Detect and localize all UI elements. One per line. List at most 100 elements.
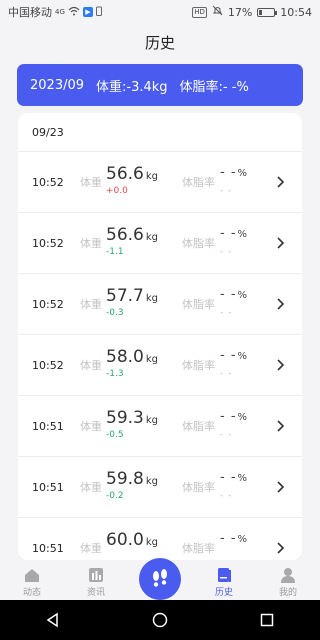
app-notification-icon: ▶ <box>82 7 93 17</box>
bodyfat-value: - - <box>220 470 237 485</box>
bodyfat-block: - -% <box>220 528 268 560</box>
weight-unit: kg <box>145 476 158 487</box>
wifi-icon <box>68 6 80 19</box>
bodyfat-label: 体脂率 <box>182 542 215 555</box>
bodyfat-delta: - - <box>220 247 233 257</box>
footprint-icon <box>153 569 167 587</box>
weight-value-wrap: 56.6 kg <box>106 164 158 184</box>
weight-value-wrap: 57.7 kg <box>106 286 158 306</box>
weight-value-wrap: 60.0 kg <box>106 530 158 550</box>
chevron-right-icon <box>272 174 288 190</box>
monthly-summary-banner[interactable]: 2023/09 体重:-3.4kg 体脂率:- -% <box>17 64 303 106</box>
nav-label-history: 历史 <box>214 588 233 598</box>
history-row[interactable]: 10:52 体重 56.6 kg +0.0 体脂率 - -% - - <box>18 151 302 212</box>
bodyfat-delta: - - <box>220 491 233 501</box>
home-circle-icon[interactable] <box>152 612 168 628</box>
bodyfat-unit: % <box>237 168 249 179</box>
weight-label: 体重 <box>80 176 102 189</box>
bodyfat-label: 体脂率 <box>182 420 215 433</box>
bodyfat-block: - -% - - <box>220 162 268 202</box>
bodyfat-value-wrap: - -% <box>220 348 248 363</box>
bodyfat-value-wrap: - -% <box>220 226 248 241</box>
bodyfat-delta: - - <box>220 186 233 196</box>
weight-block: 59.3 kg -0.5 <box>106 406 182 446</box>
chevron-right-icon <box>272 540 288 556</box>
battery-percent: 17% <box>227 5 253 19</box>
chevron-right-icon <box>272 479 288 495</box>
nav-item-history[interactable]: 历史 <box>192 567 256 600</box>
weight-label: 体重 <box>80 359 102 372</box>
page-title: 历史 <box>144 33 175 52</box>
back-icon[interactable] <box>45 612 61 628</box>
weight-unit: kg <box>145 537 158 548</box>
hd-badge: HD <box>192 6 207 18</box>
bodyfat-label: 体脂率 <box>182 176 215 189</box>
bodyfat-unit: % <box>237 534 249 545</box>
weight-unit: kg <box>145 232 158 243</box>
weight-label: 体重 <box>80 298 102 311</box>
weight-delta: -0.5 <box>106 430 124 440</box>
chevron-right-icon <box>272 296 288 312</box>
history-icon <box>218 568 231 582</box>
nav-item-profile[interactable]: 我的 <box>256 567 320 600</box>
weight-value: 58.0 <box>106 347 144 367</box>
profile-icon <box>281 568 295 583</box>
weight-value: 60.0 <box>106 530 144 550</box>
weight-block: 56.6 kg +0.0 <box>106 162 182 202</box>
bodyfat-value: - - <box>220 348 237 363</box>
history-row[interactable]: 10:51 体重 60.0 kg 体脂率 - -% <box>18 517 302 560</box>
date-label: 09/23 <box>32 125 64 139</box>
weight-block: 57.7 kg -0.3 <box>106 284 182 324</box>
bodyfat-value-wrap: - -% <box>220 409 248 424</box>
weight-block: 58.0 kg -1.3 <box>106 345 182 385</box>
bodyfat-delta: - - <box>220 369 233 379</box>
bodyfat-value: - - <box>220 409 237 424</box>
bodyfat-label: 体脂率 <box>182 298 215 311</box>
weight-value: 57.7 <box>106 286 144 306</box>
nav-item-news[interactable]: 资讯 <box>64 567 128 600</box>
bodyfat-value: - - <box>220 165 237 180</box>
history-row[interactable]: 10:52 体重 57.7 kg -0.3 体脂率 - -% - - <box>18 273 302 334</box>
bodyfat-value: - - <box>220 531 237 546</box>
weight-block: 60.0 kg <box>106 528 182 560</box>
bodyfat-delta: - - <box>220 308 233 318</box>
weight-unit: kg <box>145 293 158 304</box>
nav-label-dynamic: 动态 <box>22 588 41 598</box>
measure-button[interactable] <box>139 558 181 600</box>
history-row[interactable]: 10:51 体重 59.3 kg -0.5 体脂率 - -% - - <box>18 395 302 456</box>
summary-bodyfat: 体脂率:- -% <box>179 79 249 95</box>
bodyfat-unit: % <box>237 290 249 301</box>
weight-unit: kg <box>145 171 158 182</box>
chevron-right-icon <box>272 357 288 373</box>
weight-value-wrap: 59.3 kg <box>106 408 158 428</box>
weight-label: 体重 <box>80 420 102 433</box>
status-bar: 中国移动 4G ▶ HD 17% 10:54 <box>0 0 320 24</box>
bodyfat-value-wrap: - -% <box>220 287 248 302</box>
nav-item-dynamic[interactable]: 动态 <box>0 567 64 600</box>
weight-value: 59.3 <box>106 408 144 428</box>
bodyfat-value-wrap: - -% <box>220 531 248 546</box>
bodyfat-block: - -% - - <box>220 345 268 385</box>
history-row[interactable]: 10:52 体重 58.0 kg -1.3 体脂率 - -% - - <box>18 334 302 395</box>
nav-label-profile: 我的 <box>278 588 297 598</box>
bodyfat-block: - -% - - <box>220 284 268 324</box>
row-time: 10:52 <box>32 297 64 311</box>
weight-delta: -0.3 <box>106 308 124 318</box>
bodyfat-block: - -% - - <box>220 223 268 263</box>
weight-unit: kg <box>145 354 158 365</box>
row-time: 10:52 <box>32 358 64 372</box>
weight-label: 体重 <box>80 237 102 250</box>
weight-value-wrap: 56.6 kg <box>106 225 158 245</box>
row-time: 10:52 <box>32 236 64 250</box>
history-rows: 10:52 体重 56.6 kg +0.0 体脂率 - -% - - 10:52 … <box>18 151 302 560</box>
history-row[interactable]: 10:51 体重 59.8 kg -0.2 体脂率 - -% - - <box>18 456 302 517</box>
chevron-right-icon <box>272 418 288 434</box>
weight-value: 59.8 <box>106 469 144 489</box>
bodyfat-unit: % <box>237 412 249 423</box>
recents-icon[interactable] <box>259 612 275 628</box>
row-time: 10:51 <box>32 419 64 433</box>
row-time: 10:52 <box>32 175 64 189</box>
summary-weight: 体重:-3.4kg <box>96 79 168 95</box>
history-row[interactable]: 10:52 体重 56.6 kg -1.1 体脂率 - -% - - <box>18 212 302 273</box>
weight-value: 56.6 <box>106 164 144 184</box>
